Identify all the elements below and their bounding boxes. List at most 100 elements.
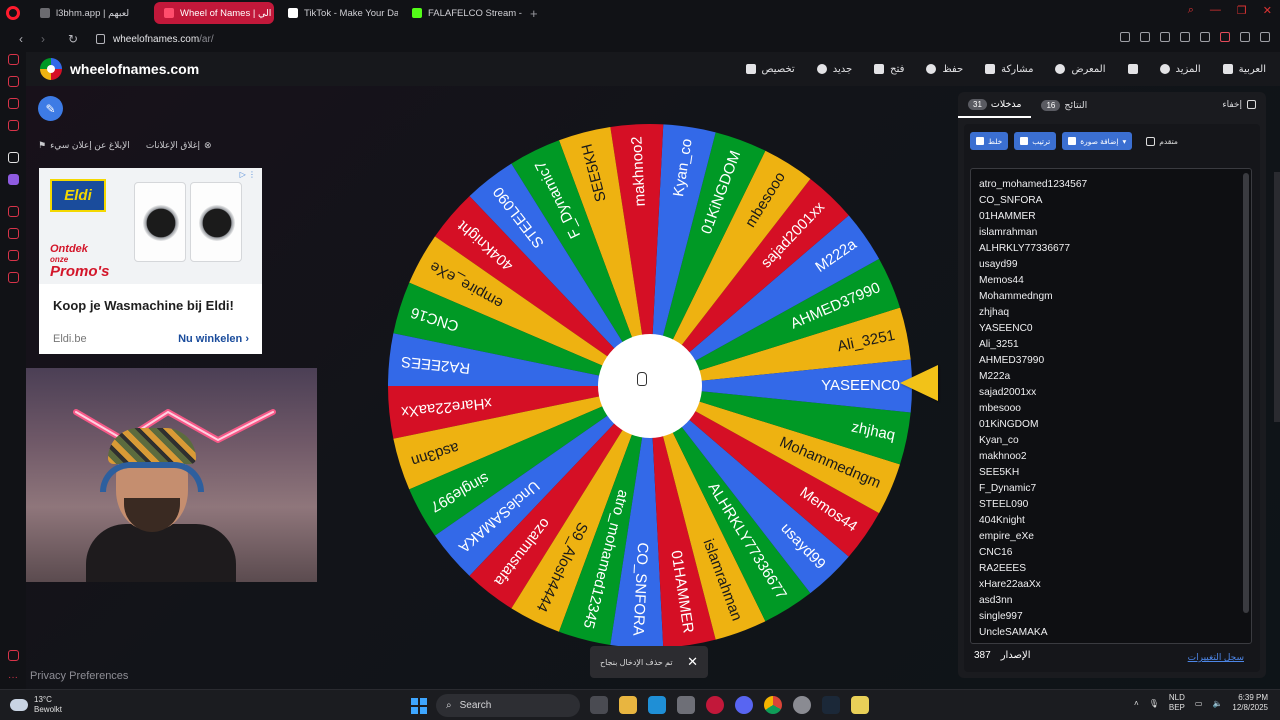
chevron-up-icon[interactable]: ˄	[1134, 699, 1139, 708]
shuffle-button[interactable]: خلط	[970, 132, 1009, 150]
app-icon[interactable]	[851, 696, 869, 714]
header-menu-item[interactable]: تخصيص	[745, 64, 795, 75]
discord-icon[interactable]	[735, 696, 753, 714]
header-menu-item[interactable]: مشاركة	[985, 64, 1033, 75]
header-menu-item[interactable]: جديد	[816, 64, 852, 75]
menu-icon[interactable]	[1260, 32, 1270, 42]
chrome-icon[interactable]	[764, 696, 782, 714]
advertisement[interactable]: Eldi Ontdek onze Promo's ▷ ⋮ Koop je Was…	[39, 168, 262, 354]
entries-textarea[interactable]: atro_mohamed1234567 CO_SNFORA 01HAMMER isla…	[970, 168, 1252, 644]
extensions-icon[interactable]	[8, 250, 19, 261]
new-tab-button[interactable]: +	[530, 6, 538, 21]
search-tabs-icon[interactable]: ⌕	[1188, 4, 1194, 17]
url-field[interactable]: wheelofnames.com/ar/	[113, 34, 214, 45]
download-icon[interactable]	[1240, 32, 1250, 42]
tiktok-icon[interactable]	[8, 152, 19, 163]
heart-icon[interactable]	[1220, 32, 1230, 42]
reload-icon[interactable]: ↻	[64, 32, 82, 46]
adblock-icon[interactable]	[1160, 32, 1170, 42]
url-path: /ar/	[199, 33, 214, 45]
advanced-checkbox[interactable]	[1146, 136, 1156, 146]
language-indicator[interactable]: NLD BEP	[1169, 693, 1185, 713]
browser-tab[interactable]: FALAFELCO Stream - Wa	[402, 2, 522, 24]
messenger-icon[interactable]	[8, 98, 19, 109]
site-name[interactable]: wheelofnames.com	[70, 61, 199, 77]
settings-icon[interactable]	[8, 272, 19, 283]
privacy-preferences-link[interactable]: Privacy Preferences	[30, 670, 128, 682]
header-menu-item[interactable]: المعرض	[1055, 64, 1106, 75]
hide-checkbox[interactable]	[1247, 100, 1256, 109]
tab-entries[interactable]: 31 مدخلات	[958, 92, 1032, 118]
clock-time: 6:39 PM	[1238, 693, 1268, 702]
lock-icon	[96, 34, 105, 44]
site-logo-icon[interactable]	[40, 58, 62, 80]
browser-tab[interactable]: TikTok - Make Your Day	[278, 2, 398, 24]
player-sidebar-icon[interactable]	[8, 206, 19, 217]
page-scrollbar[interactable]	[1274, 172, 1280, 422]
extension-toolbar	[1120, 32, 1270, 42]
tab-label: TikTok - Make Your Day	[304, 7, 398, 19]
obs-icon[interactable]	[793, 696, 811, 714]
forward-icon[interactable]: ›	[34, 32, 52, 46]
taskbar-search[interactable]: ⌕ Search	[436, 694, 580, 717]
report-ad-link[interactable]: ⚑ الإبلاغ عن إعلان سيء	[38, 140, 130, 151]
header-menu: تخصيص جديد فتح حفظ مشاركة المعرض المزيد العربية	[745, 52, 1266, 86]
bag-icon[interactable]	[8, 76, 19, 87]
sort-button[interactable]: ترتيب	[1014, 132, 1057, 150]
volume-icon[interactable]: 🔈	[1212, 699, 1222, 708]
wallet-icon[interactable]	[1200, 32, 1210, 42]
store-icon[interactable]	[677, 696, 695, 714]
edit-pencil-button[interactable]: ✎	[38, 96, 63, 121]
opera-gx-taskbar-icon[interactable]	[706, 696, 724, 714]
microphone-icon[interactable]: 🎙	[1149, 699, 1159, 708]
more-sidebar-icon[interactable]: ···	[8, 672, 19, 683]
app-header: wheelofnames.com تخصيص جديد فتح حفظ مشاركة ال…	[26, 52, 1280, 86]
entries-count-badge: 31	[968, 98, 987, 110]
advanced-toggle[interactable]: متقدم	[1146, 136, 1178, 146]
header-menu-item[interactable]: المزيد	[1159, 64, 1201, 75]
maximize-icon[interactable]: ❐	[1237, 4, 1247, 17]
tab-results[interactable]: 16 النتائج	[1031, 92, 1097, 118]
minimize-icon[interactable]: —	[1210, 4, 1221, 17]
hide-toggle[interactable]: إخفاء	[1222, 99, 1256, 110]
snapshot-icon[interactable]	[1140, 32, 1150, 42]
weather-widget[interactable]: 13°C Bewolkt	[10, 695, 62, 715]
shuffle-label: خلط	[988, 136, 1003, 146]
wheel-center[interactable]	[598, 334, 702, 438]
bookmark-icon[interactable]	[1120, 32, 1130, 42]
windows-start-icon[interactable]	[411, 698, 427, 714]
file-explorer-icon[interactable]	[619, 696, 637, 714]
toast-close-icon[interactable]: ✕	[687, 654, 698, 670]
gx-icon[interactable]	[8, 650, 19, 661]
opera-logo-icon[interactable]	[0, 0, 26, 26]
wheel-svg[interactable]: Ali_3251AHMED37990M222asajad2001xxmbesoo…	[384, 120, 916, 652]
spin-wheel[interactable]: Ali_3251 AHMED37990 M222a sajad2001xx mbesoo…	[384, 120, 916, 652]
news-icon[interactable]	[8, 120, 19, 131]
ad-image: Eldi Ontdek onze Promo's ▷ ⋮	[39, 168, 262, 284]
clock[interactable]: 6:39 PM 12/8/2025	[1232, 693, 1268, 713]
edge-icon[interactable]	[648, 696, 666, 714]
add-image-button[interactable]: إضافة صورة ▾	[1062, 132, 1133, 150]
twitch-icon[interactable]	[8, 174, 19, 185]
ad-cta-button[interactable]: Nu winkelen ›	[178, 333, 249, 345]
player-icon[interactable]	[1180, 32, 1190, 42]
header-menu-item[interactable]: العربية	[1222, 64, 1266, 75]
steam-icon[interactable]	[822, 696, 840, 714]
ad-choices-icon[interactable]: ▷ ⋮	[240, 170, 256, 179]
task-view-icon[interactable]	[590, 696, 608, 714]
entries-scrollbar[interactable]	[1243, 173, 1249, 613]
header-menu-item[interactable]	[1127, 64, 1138, 74]
changelog-link[interactable]: سجل التغييرات	[1188, 652, 1244, 663]
close-ads-link[interactable]: إغلاق الإعلانات ⊗	[146, 140, 212, 151]
history-icon[interactable]	[8, 228, 19, 239]
browser-tab[interactable]: l3bhm.app | لعبهم	[30, 2, 150, 24]
header-menu-item[interactable]: فتح	[874, 64, 904, 75]
header-menu-item[interactable]: حفظ	[926, 64, 963, 75]
back-icon[interactable]: ‹	[12, 32, 30, 46]
aria-icon[interactable]	[8, 54, 19, 65]
browser-tab[interactable]: Wheel of Names | الي	[154, 2, 274, 24]
advanced-label: متقدم	[1159, 136, 1178, 146]
network-icon[interactable]: ▭	[1195, 699, 1203, 708]
tab-favicon-icon	[40, 8, 50, 18]
close-window-icon[interactable]: ✕	[1263, 4, 1272, 17]
